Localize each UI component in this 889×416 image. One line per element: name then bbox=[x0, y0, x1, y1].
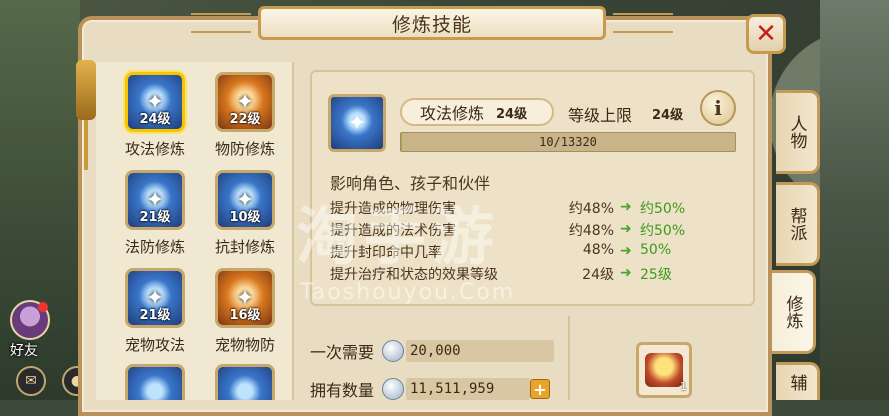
watermark-cn: 淘手游 bbox=[296, 186, 500, 276]
pet-physical-defense-icon: ✦16级 bbox=[215, 268, 275, 328]
effect-current: 约48% bbox=[540, 220, 614, 240]
skill-level: 21级 bbox=[128, 304, 182, 323]
effect-next: 约50% bbox=[640, 198, 685, 218]
info-icon: i bbox=[714, 96, 722, 120]
cost-label: 一次需要 bbox=[310, 339, 382, 363]
arrow-right-icon: ➜ bbox=[620, 265, 632, 281]
game-world-right-strip bbox=[820, 0, 889, 400]
cost-value: 20,000 bbox=[406, 340, 554, 362]
skill-item[interactable] bbox=[110, 364, 200, 400]
effect-current: 48% bbox=[540, 242, 614, 258]
effect-next: 50% bbox=[640, 242, 671, 258]
skill-item[interactable]: ✦16级宠物物防 bbox=[200, 268, 290, 364]
cost-per-use-row: 一次需要 20,000 bbox=[310, 338, 554, 364]
skill-name: 攻法修炼 bbox=[110, 138, 200, 159]
tassel-ornament bbox=[84, 120, 88, 170]
chat-button[interactable]: ✉ bbox=[16, 366, 46, 396]
level-cap-value: 24级 bbox=[652, 104, 683, 123]
add-currency-button[interactable]: + bbox=[530, 379, 550, 399]
close-button[interactable]: ✕ bbox=[746, 14, 786, 54]
skill-name: 攻法修炼 bbox=[420, 100, 484, 124]
owned-value: 11,511,959 bbox=[406, 378, 530, 400]
skill-item[interactable] bbox=[200, 364, 290, 400]
skill-name: 法防修炼 bbox=[110, 236, 200, 257]
skill-name: 抗封修炼 bbox=[200, 236, 290, 257]
tab-label: 帮派 bbox=[786, 207, 808, 241]
tab-label: 人物 bbox=[786, 115, 808, 149]
owned-label: 拥有数量 bbox=[310, 377, 382, 401]
tab-character[interactable]: 人物 bbox=[776, 90, 820, 174]
tab-label: 辅 bbox=[786, 374, 808, 391]
progress-text: 10/13320 bbox=[401, 133, 735, 151]
arrow-right-icon: ➜ bbox=[620, 243, 632, 259]
title-ornament-left bbox=[191, 13, 251, 33]
seal-resist-icon: ✦10级 bbox=[215, 170, 275, 230]
treasure-chest-icon bbox=[645, 353, 683, 387]
item-count: 1 bbox=[680, 380, 687, 393]
skill-level: 22级 bbox=[218, 108, 272, 127]
friend-label[interactable]: 好友 bbox=[10, 340, 38, 360]
close-icon: ✕ bbox=[755, 19, 777, 49]
effect-current: 24级 bbox=[540, 264, 614, 284]
skill-name: 物防修炼 bbox=[200, 138, 290, 159]
lantern-ornament-icon bbox=[76, 60, 96, 120]
skill-level: 24级 bbox=[128, 108, 182, 127]
silver-coin-icon bbox=[382, 378, 404, 400]
effect-next: 约50% bbox=[640, 220, 685, 240]
effect-next: 25级 bbox=[640, 264, 672, 284]
tab-auxiliary[interactable]: 辅 bbox=[776, 362, 820, 400]
magic-attack-icon: ✦24级 bbox=[125, 72, 185, 132]
notification-dot bbox=[38, 302, 48, 312]
title-ornament-right bbox=[613, 13, 673, 33]
divider bbox=[568, 316, 570, 400]
skill-item[interactable]: ✦10级抗封修炼 bbox=[200, 170, 290, 266]
skill-item[interactable]: ✦21级宠物攻法 bbox=[110, 268, 200, 364]
tab-label: 修炼 bbox=[782, 295, 804, 329]
skill-level: 16级 bbox=[218, 304, 272, 323]
page-title: 修炼技能 bbox=[392, 10, 472, 37]
chat-icon: ✉ bbox=[25, 373, 37, 389]
skill-item[interactable]: ✦21级法防修炼 bbox=[110, 170, 200, 266]
experience-progress-bar: 10/13320 bbox=[400, 132, 736, 152]
tab-cultivation[interactable]: 修炼 bbox=[772, 270, 816, 354]
skill-name-pill: 攻法修炼 24级 bbox=[400, 98, 554, 126]
treasure-item-slot[interactable]: 1 bbox=[636, 342, 692, 398]
pet-skill-icon bbox=[125, 364, 185, 400]
physical-defense-icon: ✦22级 bbox=[215, 72, 275, 132]
skill-level: 10级 bbox=[218, 206, 272, 225]
info-button[interactable]: i bbox=[700, 90, 736, 126]
magic-attack-icon: ✦ bbox=[328, 94, 386, 152]
skill-item[interactable]: ✦22级物防修炼 bbox=[200, 72, 290, 168]
pet-magic-attack-icon: ✦21级 bbox=[125, 268, 185, 328]
pet-skill-icon bbox=[215, 364, 275, 400]
arrow-right-icon: ➜ bbox=[620, 221, 632, 237]
skill-name: 宠物攻法 bbox=[110, 334, 200, 355]
skill-level: 21级 bbox=[128, 206, 182, 225]
skill-item[interactable]: ✦24级攻法修炼 bbox=[110, 72, 200, 168]
level-cap-label: 等级上限 bbox=[568, 102, 632, 126]
watermark-en: Taoshouyou.Com bbox=[300, 280, 515, 305]
magic-defense-icon: ✦21级 bbox=[125, 170, 185, 230]
effect-current: 约48% bbox=[540, 198, 614, 218]
tab-guild[interactable]: 帮派 bbox=[776, 182, 820, 266]
skill-name: 宠物物防 bbox=[200, 334, 290, 355]
title-bar: 修炼技能 bbox=[258, 6, 606, 40]
owned-amount-row: 拥有数量 11,511,959 + bbox=[310, 376, 550, 402]
arrow-right-icon: ➜ bbox=[620, 199, 632, 215]
silver-coin-icon bbox=[382, 340, 404, 362]
skill-level: 24级 bbox=[496, 103, 527, 122]
